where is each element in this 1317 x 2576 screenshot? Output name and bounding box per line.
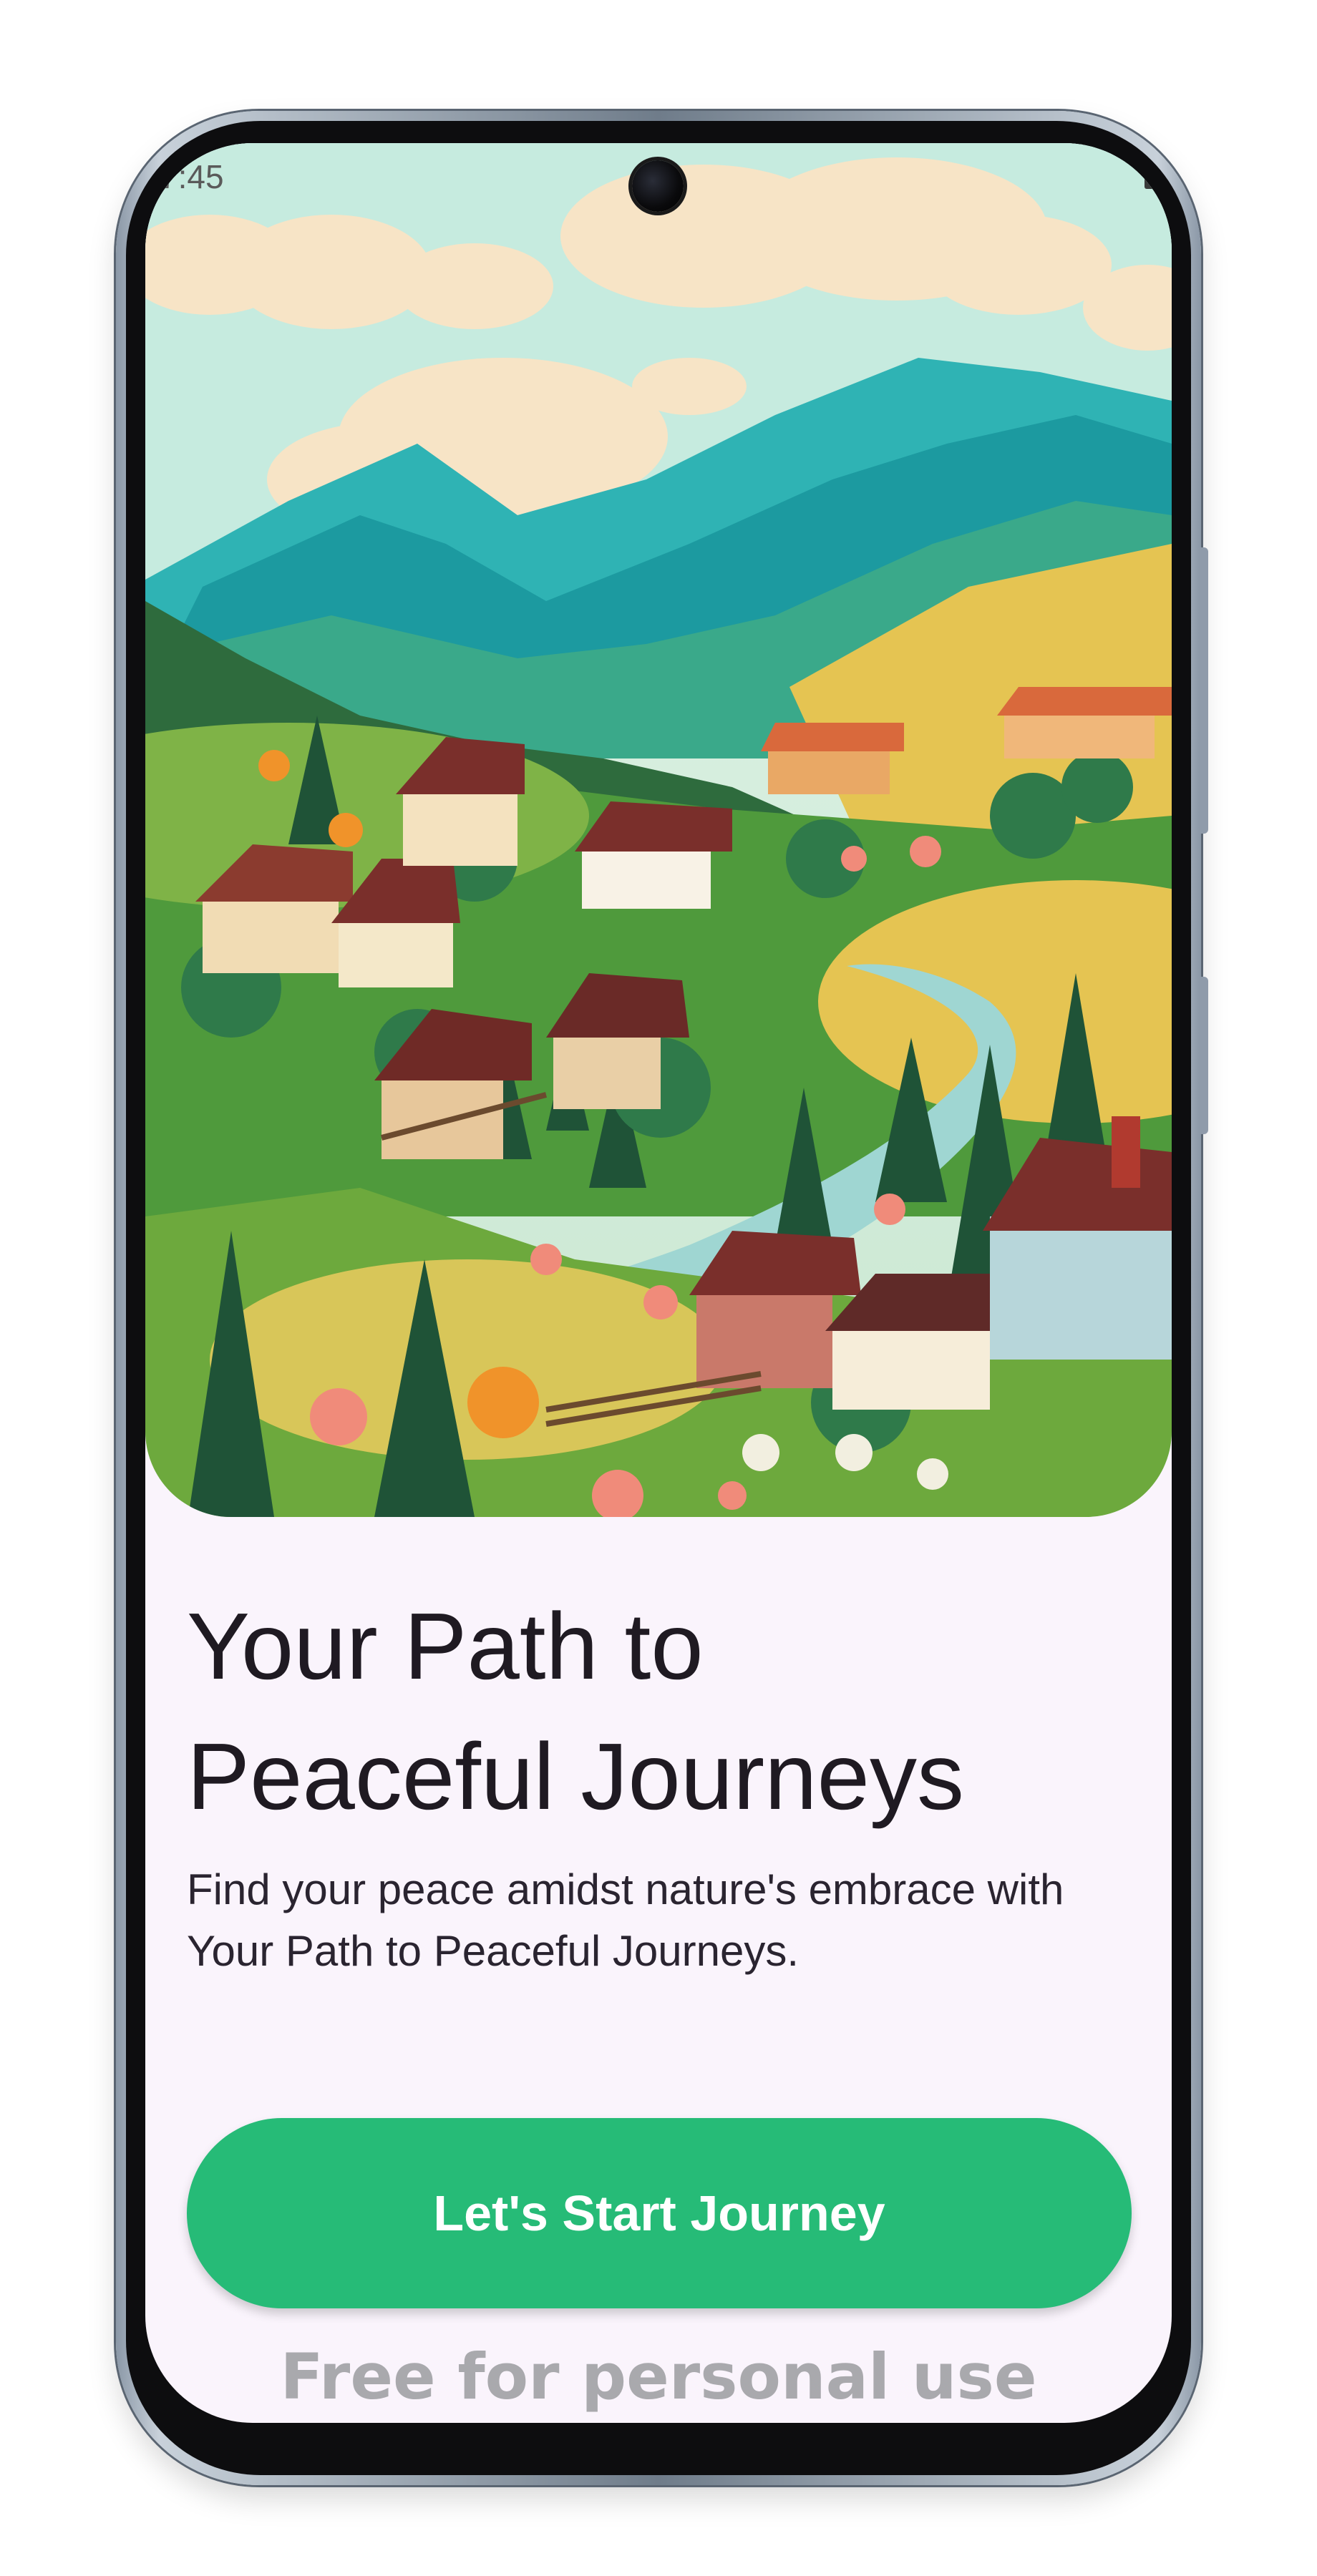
page-title: Your Path to Peaceful Journeys <box>187 1581 1132 1842</box>
description-line-1: Find your peace amidst nature's embrace … <box>187 1865 1064 1913</box>
volume-button <box>1200 547 1208 834</box>
start-journey-button[interactable]: Let's Start Journey <box>187 2118 1132 2308</box>
app-screen: 7:45 Your Path to Peaceful Journeys Find <box>145 143 1172 2423</box>
description-line-2: Your Path to Peaceful Journeys. <box>187 1927 799 1975</box>
battery-charging-icon <box>1145 160 1160 189</box>
hero-illustration: 7:45 <box>145 143 1172 1517</box>
page-description: Find your peace amidst nature's embrace … <box>187 1859 1132 1982</box>
watermark-text: Free for personal use <box>280 2340 1037 2414</box>
title-line-2: Peaceful Journeys <box>187 1724 964 1829</box>
status-time: 7:45 <box>160 158 224 195</box>
title-line-1: Your Path to <box>187 1594 704 1699</box>
front-camera <box>632 160 684 212</box>
landscape-illustration <box>145 143 1172 1517</box>
power-button <box>1200 977 1208 1134</box>
